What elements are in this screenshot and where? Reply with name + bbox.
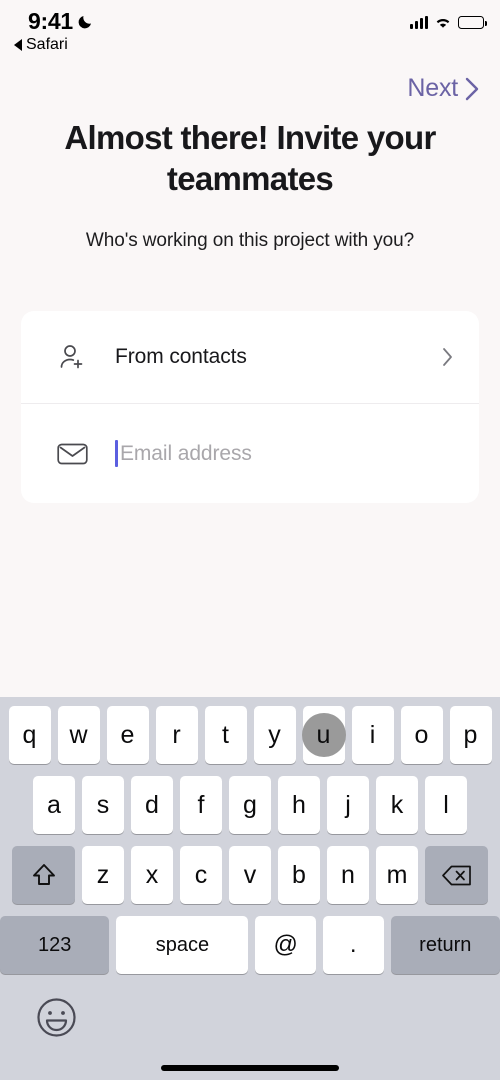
numbers-key[interactable]: 123 [0, 916, 110, 974]
keyboard-row-1: q w e r t y u i o p [0, 706, 500, 764]
key-f[interactable]: f [180, 776, 222, 834]
envelope-icon [57, 442, 91, 466]
space-key[interactable]: space [116, 916, 249, 974]
key-x[interactable]: x [131, 846, 173, 904]
key-k[interactable]: k [376, 776, 418, 834]
keyboard-row-3: z x c v b n m [0, 846, 500, 904]
key-o[interactable]: o [400, 706, 443, 764]
key-i[interactable]: i [351, 706, 394, 764]
shift-key[interactable] [12, 846, 75, 904]
key-j[interactable]: j [327, 776, 369, 834]
key-v[interactable]: v [229, 846, 271, 904]
key-m[interactable]: m [376, 846, 418, 904]
key-l[interactable]: l [425, 776, 467, 834]
moon-icon [78, 15, 91, 29]
email-input[interactable] [120, 441, 453, 466]
key-y[interactable]: y [253, 706, 296, 764]
status-time-group: 9:41 [28, 8, 94, 35]
chevron-right-icon [442, 347, 453, 367]
key-c[interactable]: c [180, 846, 222, 904]
key-n[interactable]: n [327, 846, 369, 904]
next-button-label: Next [407, 74, 458, 102]
key-q[interactable]: q [8, 706, 51, 764]
emoji-key[interactable] [36, 997, 77, 1043]
back-app-label: Safari [26, 36, 68, 53]
status-indicators [410, 16, 487, 29]
keyboard-row-2: a s d f g h j k l [0, 776, 500, 834]
email-field-wrap [115, 440, 453, 467]
key-a[interactable]: a [33, 776, 75, 834]
from-contacts-label: From contacts [115, 345, 247, 368]
email-input-row[interactable] [21, 403, 479, 503]
text-caret [115, 440, 118, 467]
person-add-icon [57, 342, 91, 372]
back-to-safari-button[interactable]: Safari [14, 36, 68, 54]
keyboard-bottom-bar [0, 988, 500, 1080]
return-key[interactable]: return [390, 916, 500, 974]
key-r[interactable]: r [155, 706, 198, 764]
key-s[interactable]: s [82, 776, 124, 834]
from-contacts-row[interactable]: From contacts [21, 311, 479, 403]
keyboard-row-4: 123 space @ . return [0, 916, 500, 974]
key-p[interactable]: p [449, 706, 492, 764]
key-z[interactable]: z [82, 846, 124, 904]
page-title: Almost there! Invite your teammates [64, 119, 436, 197]
battery-full-icon [458, 16, 487, 29]
key-g[interactable]: g [229, 776, 271, 834]
shift-icon [32, 864, 55, 885]
cellular-signal-icon [410, 16, 428, 29]
key-b[interactable]: b [278, 846, 320, 904]
onscreen-keyboard: q w e r t y u i o p a s d f g h j k l z … [0, 697, 500, 1080]
at-key[interactable]: @ [255, 916, 316, 974]
key-w[interactable]: w [57, 706, 100, 764]
home-indicator[interactable] [161, 1065, 339, 1071]
backspace-icon [441, 865, 471, 885]
emoji-smiley-icon [37, 998, 76, 1037]
key-h[interactable]: h [278, 776, 320, 834]
key-d[interactable]: d [131, 776, 173, 834]
chevron-right-icon [465, 77, 479, 100]
key-t[interactable]: t [204, 706, 247, 764]
period-key[interactable]: . [322, 916, 384, 974]
key-e[interactable]: e [106, 706, 149, 764]
status-time: 9:41 [28, 8, 73, 34]
wifi-icon [436, 19, 450, 28]
page-subtitle: Who's working on this project with you? [85, 230, 415, 251]
next-button[interactable]: Next [405, 70, 482, 107]
backspace-key[interactable] [425, 846, 488, 904]
key-u[interactable]: u [301, 706, 346, 764]
back-triangle-icon [14, 39, 22, 51]
status-bar: 9:41 Safari [0, 0, 500, 62]
phone-screen: 9:41 Safari Next Almost there! Invite yo… [0, 0, 500, 1080]
invite-card: From contacts [21, 311, 479, 503]
